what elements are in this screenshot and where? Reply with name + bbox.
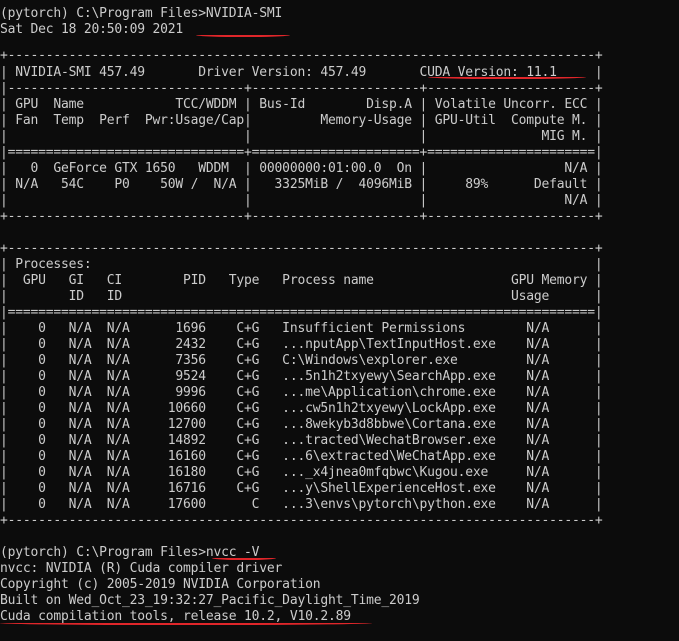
terminal-line: +---------------------------------------…	[0, 241, 603, 256]
terminal-line: | 0 N/A N/A 9524 C+G ...5n1h2txyewy\Sear…	[0, 369, 603, 384]
terminal-line: | 0 N/A N/A 16180 C+G ..._x4jnea0mfqbwc\…	[0, 465, 603, 480]
terminal-line: | 0 N/A N/A 16160 C+G ...6\extracted\WeC…	[0, 449, 603, 464]
terminal-line: | 0 N/A N/A 2432 C+G ...nputApp\TextInpu…	[0, 337, 603, 352]
terminal-line: Built on Wed_Oct_23_19:32:27_Pacific_Day…	[0, 593, 420, 608]
annotation-underline	[428, 74, 586, 79]
terminal-line: | 0 N/A N/A 7356 C+G C:\Windows\explorer…	[0, 353, 603, 368]
terminal-line: | GPU Name TCC/WDDM | Bus-Id Disp.A | Vo…	[0, 97, 603, 112]
terminal-line: | 0 N/A N/A 12700 C+G ...8wekyb3d8bbwe\C…	[0, 417, 603, 432]
terminal-line: |===============================+=======…	[0, 145, 603, 160]
terminal-line: +---------------------------------------…	[0, 48, 603, 63]
annotation-underline	[212, 555, 276, 560]
terminal-line: |=======================================…	[0, 305, 603, 320]
terminal-line: | 0 N/A N/A 9996 C+G ...me\Application\c…	[0, 385, 603, 400]
annotation-underline	[0, 620, 372, 625]
terminal-line: | GPU GI CI PID Type Process name GPU Me…	[0, 273, 603, 288]
terminal-line: | 0 N/A N/A 14892 C+G ...tracted\WechatB…	[0, 433, 603, 448]
terminal-line: | Processes: |	[0, 257, 603, 272]
terminal-line: Sat Dec 18 20:50:09 2021	[0, 22, 184, 37]
terminal-line: (pytorch) C:\Program Files>NVIDIA-SMI	[0, 6, 283, 21]
terminal-line: Copyright (c) 2005-2019 NVIDIA Corporati…	[0, 577, 321, 592]
terminal-line: | 0 N/A N/A 10660 C+G ...cw5n1h2txyewy\L…	[0, 401, 603, 416]
terminal-line: |-------------------------------+-------…	[0, 81, 603, 96]
terminal-line: | N/A 54C P0 50W / N/A | 3325MiB / 4096M…	[0, 177, 603, 192]
terminal-line: | Fan Temp Perf Pwr:Usage/Cap| Memory-Us…	[0, 113, 603, 128]
terminal-window[interactable]: (pytorch) C:\Program Files>NVIDIA-SMI Sa…	[0, 0, 679, 641]
terminal-line: +---------------------------------------…	[0, 513, 603, 528]
terminal-line: | ID ID Usage |	[0, 289, 603, 304]
terminal-line: | 0 GeForce GTX 1650 WDDM | 00000000:01:…	[0, 161, 603, 176]
terminal-line: | | | MIG M. |	[0, 129, 603, 144]
terminal-line: +-------------------------------+-------…	[0, 209, 603, 224]
annotation-underline	[196, 32, 290, 37]
terminal-line: | 0 N/A N/A 16716 C+G ...y\ShellExperien…	[0, 481, 603, 496]
terminal-line: | 0 N/A N/A 1696 C+G Insufficient Permis…	[0, 321, 603, 336]
terminal-line: | | | N/A |	[0, 193, 603, 208]
terminal-line: | 0 N/A N/A 17600 C ...3\envs\pytorch\py…	[0, 497, 603, 512]
terminal-line: nvcc: NVIDIA (R) Cuda compiler driver	[0, 561, 283, 576]
